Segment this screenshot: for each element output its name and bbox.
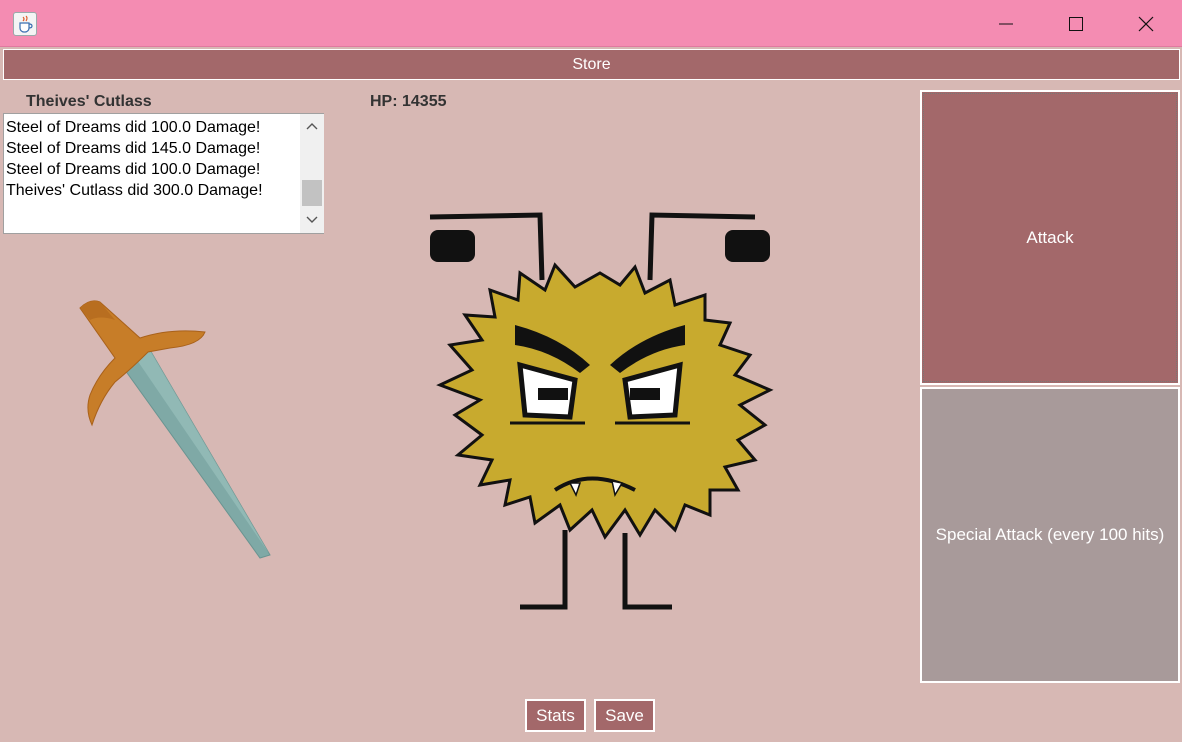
chevron-up-icon [306,123,318,130]
close-button[interactable] [1111,0,1181,47]
title-bar [0,0,1182,47]
minimize-button[interactable] [971,0,1041,47]
sword-icon [79,300,271,559]
save-button[interactable]: Save [594,699,655,732]
special-attack-button[interactable]: Special Attack (every 100 hits) [920,387,1180,683]
java-cup-icon [13,12,37,36]
enemy-hp: HP: 14355 [370,93,447,110]
maximize-icon [1069,16,1083,31]
log-line: Steel of Dreams did 145.0 Damage! [6,140,261,157]
maximize-button[interactable] [1041,0,1111,47]
chevron-down-icon [306,216,318,223]
monster [429,212,774,610]
close-icon [1138,16,1154,31]
damage-log[interactable]: Steel of Dreams did 100.0 Damage! Steel … [3,113,324,234]
log-scrollbar[interactable] [300,114,324,233]
scroll-thumb[interactable] [302,180,322,206]
damage-log-text: Steel of Dreams did 100.0 Damage! Steel … [6,117,298,201]
log-line: Steel of Dreams did 100.0 Damage! [6,119,261,136]
store-button[interactable]: Store [3,49,1180,80]
weapon-name: Theives' Cutlass [26,93,152,110]
minimize-icon [999,23,1013,24]
scroll-up-button[interactable] [300,116,324,136]
stats-button[interactable]: Stats [525,699,586,732]
attack-button[interactable]: Attack [920,90,1180,385]
log-line: Theives' Cutlass did 300.0 Damage! [6,182,263,199]
scroll-down-button[interactable] [300,210,324,230]
log-line: Steel of Dreams did 100.0 Damage! [6,161,261,178]
